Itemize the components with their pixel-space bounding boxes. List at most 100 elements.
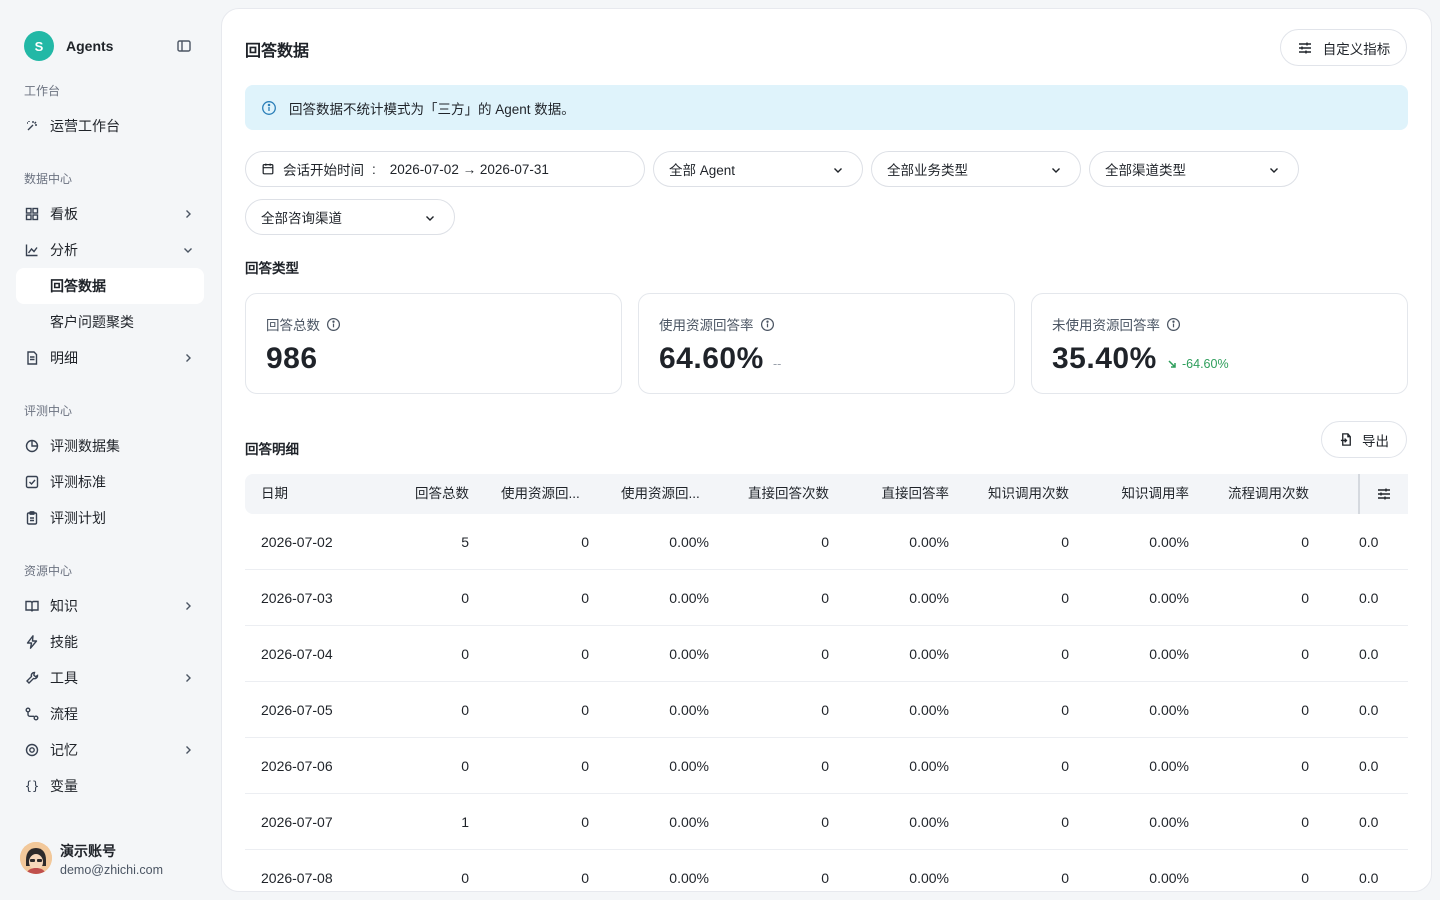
table-cell: 0.00% [909,646,949,662]
export-button[interactable]: 导出 [1321,421,1407,458]
sidebar: S Agents 工作台 运营工作台 数据中心 看板 分析 回答数据 客户问题聚… [0,0,220,900]
sidebar-toggle-icon[interactable] [176,38,192,54]
table-cell: 0 [1061,590,1069,606]
custom-metrics-button[interactable]: 自定义指标 [1280,29,1407,66]
table-cell: 2026-07-07 [261,814,333,830]
table-cell: 0.00% [669,590,709,606]
column-header[interactable]: 直接回答次数 [721,474,829,514]
table-row: 2026-07-03 0 0 0.00% 0 0.00% 0 0.00% 0 0.0 [245,570,1408,626]
table-cell: 0 [821,534,829,550]
table-cell: 2026-07-08 [261,870,333,886]
sidebar-item-flow[interactable]: 流程 [16,696,204,732]
sidebar-item-board[interactable]: 看板 [16,196,204,232]
sidebar-item-answer-data[interactable]: 回答数据 [16,268,204,304]
brand[interactable]: S Agents [24,31,196,61]
sidebar-item-tools[interactable]: 工具 [16,660,204,696]
column-header[interactable]: 使用资源回... [601,474,709,514]
custom-metrics-label: 自定义指标 [1322,41,1391,57]
sidebar-item-eval-plan[interactable]: 评测计划 [16,500,204,536]
sidebar-item-skills[interactable]: 技能 [16,624,204,660]
notice-text: 回答数据不统计模式为「三方」的 Agent 数据。 [289,101,575,117]
sidebar-item-label: 评测数据集 [50,438,120,454]
column-header[interactable]: 回答总数 [385,474,469,514]
table-cell: 0.00% [669,814,709,830]
table-cell: 0 [1301,814,1309,830]
calendar-icon [262,163,274,175]
metric-delta: -64.60% [1166,357,1229,371]
sidebar-item-detail[interactable]: 明细 [16,340,204,376]
column-header[interactable]: 直接回答率 [841,474,950,514]
sidebar-item-label: 流程 [50,706,78,722]
date-filter-label: 会话开始时间 [283,163,364,178]
info-icon[interactable] [760,317,775,332]
avatar [20,842,52,874]
document-icon [24,350,40,366]
agent-select[interactable]: 全部 Agent [653,151,863,187]
grid-icon [24,206,40,222]
metric-value: 986 [266,342,318,375]
user-profile[interactable]: 演示账号 demo@zhichi.com [20,838,210,882]
table-cell: 0.00% [909,870,949,886]
table-cell: 0.00% [909,758,949,774]
metric-card-no-resource-rate: 未使用资源回答率 35.40% -64.60% [1031,293,1408,394]
table-cell: 0.0 [1359,870,1379,886]
export-label: 导出 [1362,433,1389,449]
table-cell: 0.0 [1359,814,1379,830]
sidebar-item-label: 评测标准 [50,474,106,490]
consult-channel-select[interactable]: 全部咨询渠道 [245,199,455,235]
table-cell: 0 [1301,646,1309,662]
sidebar-item-ops[interactable]: 运营工作台 [16,108,204,144]
table-cell: 0 [821,758,829,774]
table-cell: 0.00% [1149,702,1189,718]
chevron-down-icon [184,248,192,253]
metric-value: 35.40% [1052,342,1157,375]
book-icon [24,598,40,614]
sidebar-item-label: 记忆 [50,742,78,758]
table-cell: 0.00% [1149,646,1189,662]
checkbox-icon [24,474,40,490]
column-settings-button[interactable] [1358,474,1408,514]
column-header[interactable]: 知识调用率 [1081,474,1190,514]
sidebar-item-clustering[interactable]: 客户问题聚类 [16,304,204,340]
column-header[interactable]: 知识调用次数 [961,474,1069,514]
column-header[interactable]: 使用资源回... [481,474,589,514]
brand-name: Agents [66,38,114,54]
column-header[interactable]: 流程调用次数 [1201,474,1309,514]
info-icon[interactable] [1166,317,1181,332]
sidebar-item-knowledge[interactable]: 知识 [16,588,204,624]
clipboard-icon [24,510,40,526]
metric-label-text: 回答总数 [266,318,320,333]
table-cell: 0.00% [909,702,949,718]
business-type-select[interactable]: 全部业务类型 [871,151,1081,187]
table-cell: 0 [821,646,829,662]
sidebar-item-eval-standard[interactable]: 评测标准 [16,464,204,500]
table-cell: 0.00% [669,702,709,718]
channel-type-select[interactable]: 全部渠道类型 [1089,151,1299,187]
table-cell: 0.00% [1149,814,1189,830]
table-header: 日期 回答总数 使用资源回... 使用资源回... 直接回答次数 直接回答率 知识调用次数知… [245,474,1408,514]
sidebar-item-label: 变量 [50,778,78,794]
main-panel: 回答数据 自定义指标 回答数据不统计模式为「三方」的 Agent 数据。 会话开… [221,8,1432,892]
table-cell: 0.0 [1359,646,1379,662]
table-row: 2026-07-02 5 0 0.00% 0 0.00% 0 0.00% 0 0.0 [245,514,1408,570]
table-cell: 0 [461,758,469,774]
sidebar-item-label: 评测计划 [50,510,106,526]
info-icon[interactable] [326,317,341,332]
table-cell: 0 [461,590,469,606]
date-range-filter[interactable]: 会话开始时间 : 2026-07-02 → 2026-07-31 [245,151,645,187]
export-icon [1340,433,1351,446]
column-header[interactable]: 日期 [261,474,381,514]
sidebar-item-label: 看板 [50,206,78,222]
sidebar-item-eval-dataset[interactable]: 评测数据集 [16,428,204,464]
memory-icon [24,742,40,758]
info-icon [262,100,276,115]
table-cell: 0 [1061,870,1069,886]
user-name: 演示账号 [60,843,116,859]
table-cell: 0 [1301,534,1309,550]
section-resource-center: 资源中心 [24,564,73,578]
sidebar-item-memory[interactable]: 记忆 [16,732,204,768]
table-cell: 0.00% [1149,758,1189,774]
sidebar-item-variables[interactable]: {} 变量 [16,768,204,804]
table-cell: 0 [1301,758,1309,774]
sidebar-item-analysis[interactable]: 分析 [16,232,204,268]
